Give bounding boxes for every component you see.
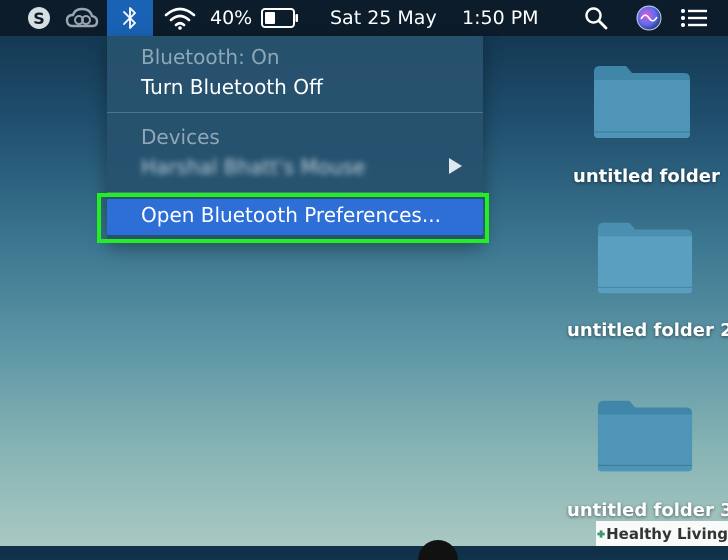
folder-icon[interactable] [596, 396, 694, 474]
open-bluetooth-preferences-item[interactable]: Open Bluetooth Preferences... [107, 199, 483, 235]
spotlight-search-icon[interactable] [581, 0, 611, 36]
wallpaper-silhouette [418, 540, 458, 560]
menu-separator [107, 112, 483, 113]
menu-bar: S 40% Sat 25 May 1:50 PM [0, 0, 728, 36]
submenu-arrow-icon [449, 158, 462, 174]
watermark: Healthy Living [596, 521, 728, 546]
skype-icon[interactable]: S [24, 0, 54, 36]
wifi-icon[interactable] [162, 0, 198, 36]
date-display[interactable]: Sat 25 May [330, 0, 452, 36]
time-text: 1:50 PM [462, 7, 539, 29]
svg-text:S: S [33, 9, 45, 28]
turn-bluetooth-off-item[interactable]: Turn Bluetooth Off [141, 75, 323, 99]
devices-header: Devices [141, 125, 220, 149]
device-item-mouse[interactable]: Harshal Bhatt's Mouse [141, 155, 365, 179]
open-bluetooth-preferences-label: Open Bluetooth Preferences... [141, 203, 441, 227]
bluetooth-icon [123, 7, 136, 29]
siri-icon[interactable] [632, 0, 666, 36]
battery-percent-text: 40% [210, 7, 253, 29]
bluetooth-status-text: Bluetooth: On [141, 45, 280, 69]
date-text: Sat 25 May [330, 7, 437, 29]
battery-percent[interactable]: 40% [210, 0, 260, 36]
bluetooth-menu-icon[interactable] [107, 0, 153, 36]
time-display[interactable]: 1:50 PM [462, 0, 562, 36]
folder-label[interactable]: untitled folder [573, 166, 720, 187]
folder-icon[interactable] [596, 218, 694, 296]
watermark-text: Healthy Living [606, 524, 728, 543]
creative-cloud-icon[interactable] [62, 0, 102, 36]
folder-icon[interactable] [592, 62, 692, 140]
battery-icon[interactable] [260, 0, 300, 36]
folder-label[interactable]: untitled folder 3 [567, 500, 728, 521]
notification-center-icon[interactable] [676, 0, 712, 36]
folder-label[interactable]: untitled folder 2 [567, 320, 728, 341]
plus-leaf-icon [597, 529, 605, 538]
